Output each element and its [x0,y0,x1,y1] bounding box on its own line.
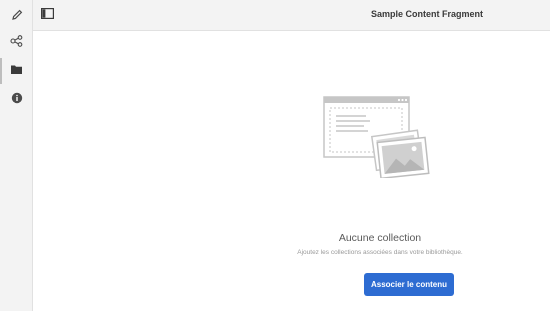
page-title: Sample Content Fragment [371,9,484,19]
rail-item-references[interactable] [0,30,33,56]
rail-item-collections[interactable] [0,58,33,84]
folder-icon [10,62,23,80]
rail-item-edit[interactable] [0,4,33,30]
top-bar: Sample Content Fragment [33,0,550,31]
panel-toggle-button[interactable] [40,8,54,22]
side-rail [0,0,33,311]
collection-illustration [322,96,432,180]
main-content [33,31,550,311]
info-icon [11,91,23,109]
rail-item-info[interactable] [0,87,33,113]
associate-content-button[interactable]: Associer le contenu [364,273,454,296]
panel-toggle-icon [40,6,54,24]
empty-state-description: Ajoutez les collections associées dans v… [297,249,463,256]
share-nodes-icon [10,34,23,52]
pencil-icon [11,8,23,26]
empty-state-title: Aucune collection [338,232,422,244]
